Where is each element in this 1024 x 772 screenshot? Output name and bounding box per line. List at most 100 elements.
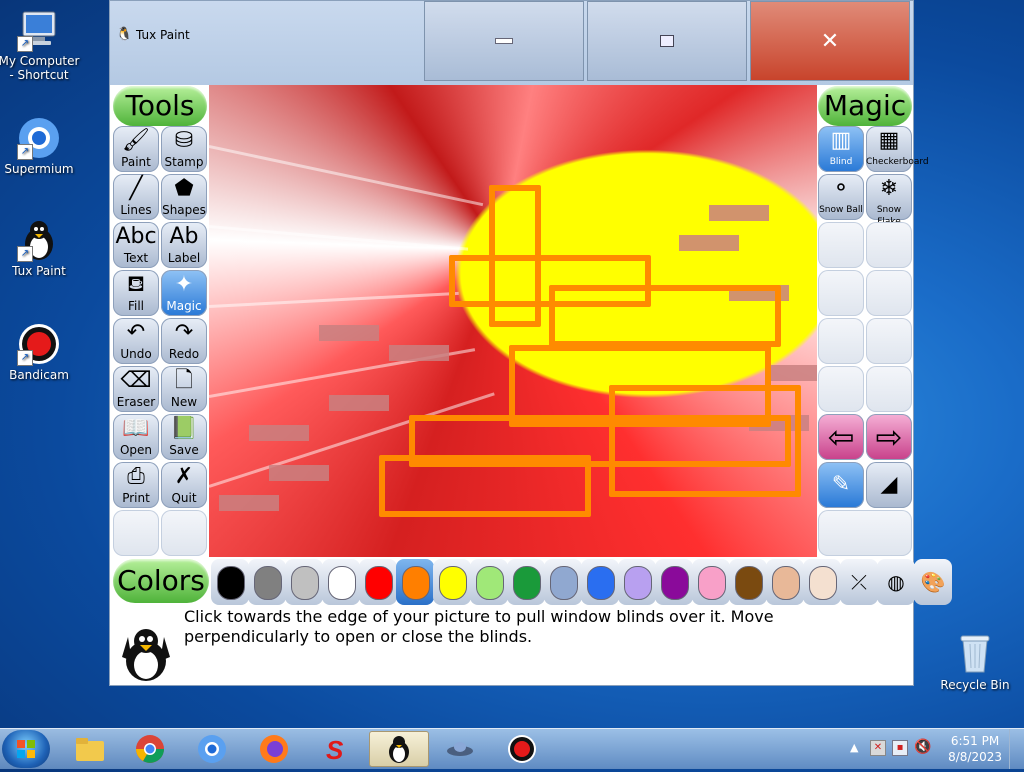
color-swatch[interactable] xyxy=(470,559,508,605)
color-swatch[interactable] xyxy=(248,559,286,605)
magic-prev-button[interactable]: ⇦ xyxy=(818,414,864,460)
show-desktop-button[interactable] xyxy=(1009,729,1024,769)
magic-label: Checkerboard xyxy=(866,157,929,167)
magic-snow-ball[interactable]: ⚬ Snow Ball xyxy=(818,174,864,220)
taskbar-tux-paint[interactable] xyxy=(369,731,429,767)
tool-label[interactable]: Ab Label xyxy=(161,222,207,268)
record-icon: ↗ xyxy=(17,322,61,366)
taskbar-app-s[interactable]: S xyxy=(308,731,364,767)
color-swatch[interactable] xyxy=(396,559,434,605)
taskbar: S ▲ ✕ ▪ 🔇 6:51 PM 8/8/2023 xyxy=(0,728,1024,769)
undo-icon: ↶ xyxy=(126,320,146,345)
magic-slot-empty xyxy=(818,510,912,556)
minimize-button[interactable] xyxy=(424,1,584,81)
eraser-icon: ⌫ xyxy=(120,368,152,393)
ufo-icon xyxy=(447,742,473,756)
magic-slot-empty xyxy=(818,366,864,412)
magic-header: Magic xyxy=(818,86,912,126)
stamp-icon: ⛁ xyxy=(174,128,194,153)
color-picker-button[interactable]: ⤫ xyxy=(840,559,878,605)
color-swatch[interactable] xyxy=(803,559,841,605)
tool-label: Text xyxy=(123,251,149,265)
color-swatch[interactable] xyxy=(729,559,767,605)
paint-mode-icon: ✎ xyxy=(831,472,851,497)
taskbar-firefox[interactable] xyxy=(246,731,302,767)
tool-lines[interactable]: ╱ Lines xyxy=(113,174,159,220)
window-title: Tux Paint xyxy=(136,28,190,42)
tool-undo[interactable]: ↶ Undo xyxy=(113,318,159,364)
tool-eraser[interactable]: ⌫ Eraser xyxy=(113,366,159,412)
tool-label: Print xyxy=(122,491,150,505)
clock-time: 6:51 PM xyxy=(950,734,1000,748)
magic-mode-paint-button[interactable]: ✎ xyxy=(818,462,864,508)
tool-open[interactable]: 📖 Open xyxy=(113,414,159,460)
tool-label: Label xyxy=(167,251,201,265)
color-swatch[interactable] xyxy=(618,559,656,605)
action-center-flag-icon[interactable]: ✕ xyxy=(870,740,886,756)
magic-next-button[interactable]: ⇨ xyxy=(866,414,912,460)
maximize-button[interactable] xyxy=(587,1,747,81)
desktop-icon-tux-paint[interactable]: ↗ Tux Paint xyxy=(0,218,81,278)
color-mixer-button[interactable]: 🎨 xyxy=(914,559,952,605)
tool-magic[interactable]: ✦ Magic xyxy=(161,270,207,316)
quit-icon: ✗ xyxy=(174,464,194,489)
color-wheel-icon: ◍ xyxy=(887,570,905,594)
tool-shapes[interactable]: ⬟ Shapes xyxy=(161,174,207,220)
tool-text[interactable]: Abc Text xyxy=(113,222,159,268)
magic-snow-flake[interactable]: ❄Snow Flake xyxy=(866,174,912,227)
close-button[interactable]: ✕ xyxy=(750,1,910,81)
supermium-icon: ↗ xyxy=(17,116,61,160)
taskbar-game[interactable] xyxy=(432,731,488,767)
start-button[interactable] xyxy=(2,730,50,768)
tool-new[interactable]: 🗋 New xyxy=(161,366,207,412)
taskbar-bandicam[interactable] xyxy=(494,731,550,767)
magic-label: Snow Ball xyxy=(819,205,863,215)
magic-blind[interactable]: ▥ Blind xyxy=(818,126,864,172)
color-swatch[interactable] xyxy=(544,559,582,605)
color-swatch[interactable] xyxy=(285,559,323,605)
tool-quit[interactable]: ✗ Quit xyxy=(161,462,207,508)
save-book-icon: 📗 xyxy=(170,416,198,441)
taskbar-supermium[interactable] xyxy=(184,731,240,767)
color-swatch[interactable] xyxy=(766,559,804,605)
color-swatch[interactable] xyxy=(692,559,730,605)
tool-slot-empty xyxy=(161,510,207,556)
drawing-canvas[interactable] xyxy=(209,85,817,557)
color-swatch[interactable] xyxy=(581,559,619,605)
tool-stamp[interactable]: ⛁ Stamp xyxy=(161,126,207,172)
color-swatch-fill xyxy=(661,566,689,600)
color-swatch[interactable] xyxy=(322,559,360,605)
checkerboard-icon: ▦ xyxy=(878,128,900,153)
minimize-icon xyxy=(495,38,513,44)
tool-paint[interactable]: 🖌 Paint xyxy=(113,126,159,172)
title-bar[interactable]: 🐧 Tux Paint ✕ xyxy=(110,1,913,85)
lines-icon: ╱ xyxy=(129,176,143,201)
color-swatch-fill xyxy=(550,566,578,600)
tool-label: Paint xyxy=(121,155,151,169)
color-swatch[interactable] xyxy=(211,559,249,605)
desktop-icon-my-computer[interactable]: ↗ My Computer - Shortcut xyxy=(0,8,81,82)
tool-print[interactable]: ⎙ Print xyxy=(113,462,159,508)
magic-slot-empty xyxy=(818,222,864,268)
tool-save[interactable]: 📗 Save xyxy=(161,414,207,460)
magic-checkerboard[interactable]: ▦ Checkerboard xyxy=(866,126,929,172)
clock[interactable]: 6:51 PM 8/8/2023 xyxy=(948,733,1002,765)
network-icon[interactable]: ▪ xyxy=(892,740,908,756)
desktop-icon-recycle-bin[interactable]: Recycle Bin xyxy=(933,632,1017,692)
desktop-icon-bandicam[interactable]: ↗ Bandicam xyxy=(0,322,81,382)
taskbar-chrome[interactable] xyxy=(122,731,178,767)
tool-label: Quit xyxy=(171,491,197,505)
tool-redo[interactable]: ↷ Redo xyxy=(161,318,207,364)
tool-fill[interactable]: ⛾ Fill xyxy=(113,270,159,316)
volume-icon[interactable]: 🔇 xyxy=(914,739,931,755)
magic-mode-fullscreen-button[interactable]: ◢ xyxy=(866,462,912,508)
taskbar-explorer[interactable] xyxy=(62,731,118,767)
color-swatch[interactable] xyxy=(655,559,693,605)
show-hidden-icons-chevron-icon[interactable]: ▲ xyxy=(850,741,858,754)
color-swatch[interactable] xyxy=(433,559,471,605)
color-swatch[interactable] xyxy=(359,559,397,605)
desktop-icon-supermium[interactable]: ↗ Supermium xyxy=(0,116,81,176)
desktop-icon-label: My Computer - Shortcut xyxy=(0,54,80,82)
color-swatch[interactable] xyxy=(507,559,545,605)
color-wheel-button[interactable]: ◍ xyxy=(877,559,915,605)
